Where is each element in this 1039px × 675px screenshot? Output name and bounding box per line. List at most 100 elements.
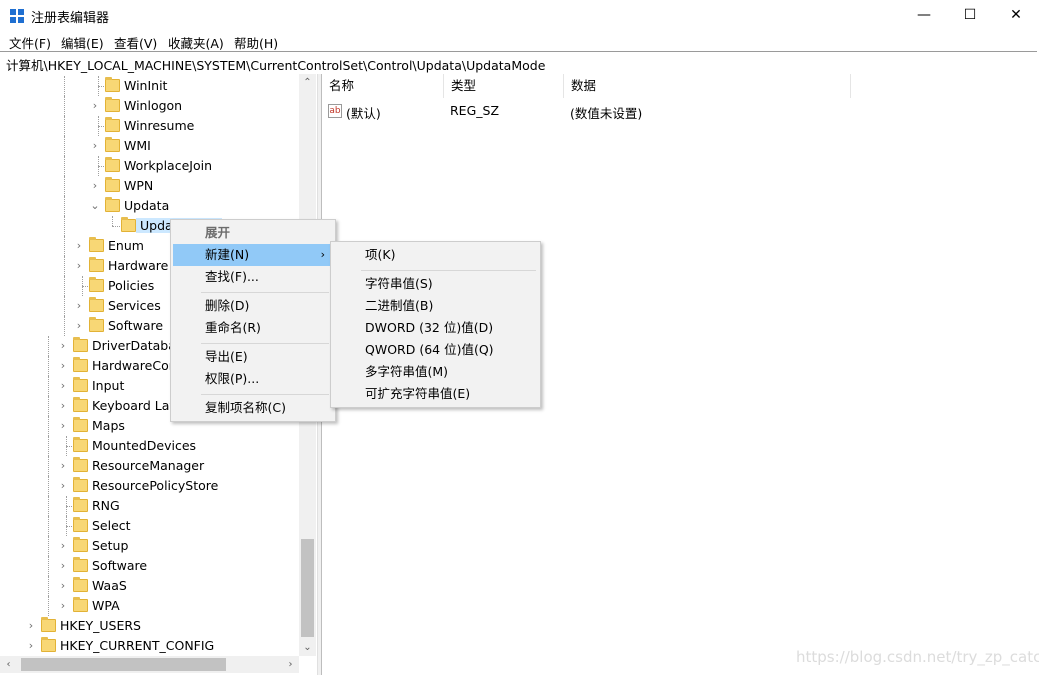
- tree-item-label[interactable]: Hardware: [108, 258, 168, 273]
- tree-item-label[interactable]: WPA: [92, 598, 120, 613]
- chevron-right-icon[interactable]: ›: [73, 316, 85, 336]
- menu-favorites[interactable]: 收藏夹(A): [168, 33, 224, 52]
- tree-item-label[interactable]: MountedDevices: [92, 438, 196, 453]
- submenu-item-dword-value[interactable]: DWORD (32 位)值(D): [333, 317, 538, 339]
- chevron-right-icon[interactable]: ›: [89, 96, 101, 116]
- submenu-item-string-value[interactable]: 字符串值(S): [333, 273, 538, 295]
- tree-item-resourcepolicystore[interactable]: › ResourcePolicyStore: [0, 476, 299, 496]
- tree-item-workplacejoin[interactable]: WorkplaceJoin: [0, 156, 299, 176]
- chevron-right-icon[interactable]: ›: [57, 596, 69, 616]
- submenu-item-multi-string-value[interactable]: 多字符串值(M): [333, 361, 538, 383]
- tree-item-select[interactable]: Select: [0, 516, 299, 536]
- tree-item-label[interactable]: Services: [108, 298, 161, 313]
- tree-chevron-icon[interactable]: [57, 436, 69, 456]
- tree-item-label[interactable]: WinInit: [124, 78, 167, 93]
- scroll-down-icon[interactable]: ⌄: [299, 639, 316, 656]
- chevron-right-icon[interactable]: ›: [57, 376, 69, 396]
- menu-item-rename[interactable]: 重命名(R): [173, 317, 333, 339]
- menu-view[interactable]: 查看(V): [114, 33, 157, 52]
- submenu-item-qword-value[interactable]: QWORD (64 位)值(Q): [333, 339, 538, 361]
- submenu-item-key[interactable]: 项(K): [333, 244, 538, 266]
- chevron-right-icon[interactable]: ›: [89, 136, 101, 156]
- tree-chevron-icon[interactable]: [89, 76, 101, 96]
- chevron-right-icon[interactable]: ›: [57, 416, 69, 436]
- tree-item-label[interactable]: ResourceManager: [92, 458, 204, 473]
- chevron-right-icon[interactable]: ›: [25, 616, 37, 636]
- menu-file[interactable]: 文件(F): [9, 33, 51, 52]
- scrollbar-thumb[interactable]: [21, 658, 226, 671]
- tree-chevron-icon[interactable]: [89, 116, 101, 136]
- tree-item-label[interactable]: DriverDataba: [92, 338, 176, 353]
- tree-item-label[interactable]: WorkplaceJoin: [124, 158, 212, 173]
- close-button[interactable]: ✕: [993, 0, 1039, 31]
- menu-item-expand[interactable]: 展开: [173, 222, 333, 244]
- menu-item-new[interactable]: 新建(N) ›: [173, 244, 333, 266]
- tree-item-label[interactable]: HardwareCor: [92, 358, 174, 373]
- address-bar[interactable]: 计算机\HKEY_LOCAL_MACHINE\SYSTEM\CurrentCon…: [0, 51, 1037, 75]
- tree-item-label[interactable]: RNG: [92, 498, 120, 513]
- menu-help[interactable]: 帮助(H): [234, 33, 278, 52]
- tree-item-updata[interactable]: ⌄ Updata: [0, 196, 299, 216]
- tree-item-label[interactable]: Software: [108, 318, 163, 333]
- tree-item-label[interactable]: Maps: [92, 418, 125, 433]
- tree-item-label[interactable]: WaaS: [92, 578, 127, 593]
- submenu-item-binary-value[interactable]: 二进制值(B): [333, 295, 538, 317]
- chevron-right-icon[interactable]: ›: [57, 396, 69, 416]
- chevron-right-icon[interactable]: ›: [73, 256, 85, 276]
- chevron-right-icon[interactable]: ›: [57, 356, 69, 376]
- tree-item-hkey-current-config[interactable]: › HKEY_CURRENT_CONFIG: [0, 636, 299, 656]
- tree-item-wpa[interactable]: › WPA: [0, 596, 299, 616]
- chevron-right-icon[interactable]: ›: [57, 536, 69, 556]
- tree-item-label[interactable]: ResourcePolicyStore: [92, 478, 218, 493]
- scroll-right-icon[interactable]: ›: [282, 656, 299, 673]
- tree-item-label[interactable]: Winresume: [124, 118, 194, 133]
- tree-item-label[interactable]: Software: [92, 558, 147, 573]
- tree-item-wmi[interactable]: › WMI: [0, 136, 299, 156]
- tree-item-label[interactable]: Select: [92, 518, 131, 533]
- tree-item-mounteddevices[interactable]: MountedDevices: [0, 436, 299, 456]
- menu-item-delete[interactable]: 删除(D): [173, 295, 333, 317]
- tree-item-winlogon[interactable]: › Winlogon: [0, 96, 299, 116]
- address-path[interactable]: 计算机\HKEY_LOCAL_MACHINE\SYSTEM\CurrentCon…: [6, 55, 545, 74]
- menu-item-export[interactable]: 导出(E): [173, 346, 333, 368]
- menu-item-copy-key-name[interactable]: 复制项名称(C): [173, 397, 333, 419]
- chevron-right-icon[interactable]: ›: [25, 636, 37, 656]
- chevron-right-icon[interactable]: ›: [57, 336, 69, 356]
- chevron-right-icon[interactable]: ›: [89, 176, 101, 196]
- scroll-up-icon[interactable]: ⌃: [299, 74, 316, 91]
- tree-item-label[interactable]: WPN: [124, 178, 153, 193]
- chevron-right-icon[interactable]: ›: [57, 476, 69, 496]
- tree-item-label[interactable]: Keyboard Lay: [92, 398, 177, 413]
- tree-item-hkey-users[interactable]: › HKEY_USERS: [0, 616, 299, 636]
- tree-item-setup[interactable]: › Setup: [0, 536, 299, 556]
- maximize-button[interactable]: ☐: [947, 0, 993, 31]
- tree-horizontal-scrollbar[interactable]: ‹ ›: [0, 656, 299, 673]
- tree-item-label[interactable]: HKEY_USERS: [60, 618, 141, 633]
- chevron-down-icon[interactable]: ⌄: [89, 196, 101, 216]
- tree-chevron-icon[interactable]: [57, 496, 69, 516]
- tree-item-label[interactable]: Winlogon: [124, 98, 182, 113]
- tree-item-label[interactable]: HKEY_CURRENT_CONFIG: [60, 638, 214, 653]
- menu-item-find[interactable]: 查找(F)...: [173, 266, 333, 288]
- column-header-type[interactable]: 类型: [444, 74, 564, 98]
- tree-item-winresume[interactable]: Winresume: [0, 116, 299, 136]
- tree-item-label[interactable]: Updata: [124, 198, 169, 213]
- tree-chevron-icon[interactable]: [89, 156, 101, 176]
- table-row[interactable]: ab (默认) REG_SZ (数值未设置): [322, 101, 1039, 121]
- chevron-right-icon[interactable]: ›: [73, 296, 85, 316]
- column-header-name[interactable]: 名称: [322, 74, 444, 98]
- minimize-button[interactable]: —: [901, 0, 947, 31]
- tree-item-rng[interactable]: RNG: [0, 496, 299, 516]
- tree-item-wininit[interactable]: WinInit: [0, 76, 299, 96]
- chevron-right-icon[interactable]: ›: [57, 556, 69, 576]
- scrollbar-thumb[interactable]: [301, 539, 314, 637]
- menu-edit[interactable]: 编辑(E): [61, 33, 104, 52]
- chevron-right-icon[interactable]: ›: [57, 456, 69, 476]
- tree-item-label[interactable]: Setup: [92, 538, 128, 553]
- column-header-data[interactable]: 数据: [564, 74, 851, 98]
- chevron-right-icon[interactable]: ›: [57, 576, 69, 596]
- scroll-left-icon[interactable]: ‹: [0, 656, 17, 673]
- tree-chevron-icon[interactable]: [57, 516, 69, 536]
- tree-item-label[interactable]: Input: [92, 378, 124, 393]
- tree-item-waas[interactable]: › WaaS: [0, 576, 299, 596]
